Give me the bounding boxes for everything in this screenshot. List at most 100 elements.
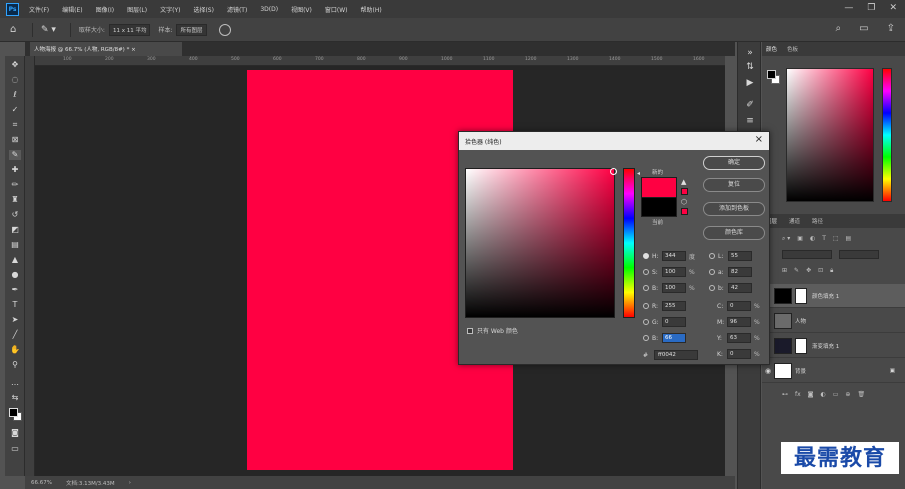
close-icon[interactable]: × [755, 134, 763, 145]
layer-name[interactable]: 人物 [795, 317, 806, 325]
delete-layer-icon[interactable]: 🗑︎ [857, 391, 865, 398]
add-mask-icon[interactable]: ◙ [808, 391, 814, 398]
menu-image[interactable]: 图像(I) [96, 5, 114, 14]
menu-file[interactable]: 文件(F) [29, 5, 49, 14]
color-field-marker[interactable] [610, 168, 617, 175]
lock-all-icon[interactable]: 🔒︎ [830, 267, 833, 275]
status-arrow-icon[interactable]: › [129, 480, 131, 486]
collapse-arrows-icon[interactable]: » [744, 48, 756, 58]
b-channel-radio[interactable] [709, 285, 715, 291]
foreground-color-swatch[interactable] [9, 408, 18, 417]
hue-radio[interactable] [643, 253, 649, 259]
more-tools-icon[interactable]: … [9, 378, 21, 388]
gamut-swatch[interactable] [681, 188, 688, 195]
menu-layer[interactable]: 图层(L) [127, 5, 147, 14]
filter-smart-icon[interactable]: ▤ [846, 235, 852, 242]
blur-tool-icon[interactable]: ▲ [9, 255, 21, 265]
add-to-swatches-button[interactable]: 添加到色板 [703, 202, 765, 216]
web-safe-swatch[interactable] [681, 208, 688, 215]
pen-tool-icon[interactable]: ✒ [9, 285, 21, 295]
visibility-eye-icon[interactable]: ◉ [762, 367, 774, 375]
a-channel-radio[interactable] [709, 269, 715, 275]
close-window-icon[interactable]: ✕ [889, 3, 897, 13]
actions-play-icon[interactable]: ▶ [744, 78, 756, 88]
swap-colors-icon[interactable]: ⇆ [9, 393, 21, 403]
hand-tool-icon[interactable]: ✋ [9, 345, 21, 355]
zoom-level[interactable]: 66.67% [31, 480, 52, 486]
blue-radio[interactable] [643, 335, 649, 341]
layer-name[interactable]: 渐变填充 1 [812, 342, 839, 350]
filter-shape-icon[interactable]: ⬚ [833, 235, 839, 242]
menu-select[interactable]: 选择(S) [193, 5, 214, 14]
lock-pixels-icon[interactable]: ⊞ [782, 267, 787, 274]
crop-tool-icon[interactable]: ⌗ [9, 120, 21, 130]
lasso-tool-icon[interactable]: ℓ [9, 90, 21, 100]
web-safe-cube-icon[interactable]: ⬡ [681, 198, 687, 206]
green-radio[interactable] [643, 319, 649, 325]
menu-view[interactable]: 视图(V) [291, 5, 312, 14]
type-tool-icon[interactable]: T [9, 300, 21, 310]
color-panel-field[interactable] [786, 68, 874, 202]
b-channel-input[interactable]: 42 [728, 283, 752, 293]
menu-edit[interactable]: 编辑(E) [62, 5, 82, 14]
opacity-field[interactable] [839, 250, 879, 259]
hue-input[interactable]: 344 [662, 251, 686, 261]
eyedropper-tool-icon[interactable]: ✎ [9, 150, 21, 160]
lightness-input[interactable]: 55 [728, 251, 752, 261]
saturation-input[interactable]: 100 [662, 267, 686, 277]
layer-name[interactable]: 颜色填充 1 [812, 292, 839, 300]
dodge-tool-icon[interactable]: ● [9, 270, 21, 280]
blue-input[interactable]: 66 [662, 333, 686, 343]
properties-icon[interactable]: ≡ [744, 116, 756, 126]
sample-size-select[interactable]: 11 x 11 平均 [108, 23, 151, 36]
saturation-radio[interactable] [643, 269, 649, 275]
history-icon[interactable]: ⇅ [744, 62, 756, 72]
black-input[interactable]: 0 [727, 349, 751, 359]
tab-paths[interactable]: 路径 [812, 217, 823, 225]
history-brush-tool-icon[interactable]: ↺ [9, 210, 21, 220]
sampling-ring-icon[interactable] [218, 23, 231, 36]
yellow-input[interactable]: 63 [727, 333, 751, 343]
hex-input[interactable]: ff0042 [654, 350, 699, 360]
menu-type[interactable]: 文字(Y) [160, 5, 180, 14]
filter-pixel-icon[interactable]: ▣ [797, 235, 803, 242]
path-select-tool-icon[interactable]: ➤ [9, 315, 21, 325]
document-tab[interactable]: 人物海报 @ 66.7% (人物, RGB/8#) * × [30, 42, 182, 56]
color-panel-hue-slider[interactable] [882, 68, 892, 202]
lock-artboard-icon[interactable]: ⊡ [818, 267, 823, 274]
green-input[interactable]: 0 [662, 317, 686, 327]
quick-select-tool-icon[interactable]: ✓ [9, 105, 21, 115]
panel-foreground-swatch[interactable] [767, 70, 776, 79]
layer-row[interactable]: 渐变填充 1 [762, 334, 905, 358]
only-web-colors-option[interactable]: 只有 Web 颜色 [467, 326, 518, 335]
hue-slider-arrow-icon[interactable]: ◂ [637, 170, 640, 177]
marquee-tool-icon[interactable]: ◌ [9, 75, 21, 85]
quick-mask-icon[interactable]: ◙ [9, 428, 21, 438]
layer-name[interactable]: 背景 [795, 367, 806, 375]
blend-mode-select[interactable] [782, 250, 832, 259]
brightness-input[interactable]: 100 [662, 283, 686, 293]
workspace-icon[interactable]: ▭ [859, 23, 868, 34]
current-color-swatch[interactable] [641, 197, 677, 217]
brush-settings-icon[interactable]: ✐ [744, 100, 756, 110]
filter-type-icon[interactable]: T [822, 235, 826, 242]
menu-3d[interactable]: 3D(D) [260, 6, 278, 13]
stamp-tool-icon[interactable]: ♜ [9, 195, 21, 205]
new-layer-icon[interactable]: ⊕ [845, 391, 850, 398]
lightness-radio[interactable] [709, 253, 715, 259]
out-of-gamut-warning-icon[interactable]: ▲ [681, 178, 686, 186]
layer-style-icon[interactable]: fx [795, 391, 801, 398]
adjustment-layer-icon[interactable]: ◐ [821, 391, 826, 398]
link-layers-icon[interactable]: ⊷ [782, 391, 788, 398]
layer-row[interactable]: 人物 [762, 309, 905, 333]
tab-swatches[interactable]: 色板 [787, 45, 798, 53]
minimize-icon[interactable]: — [844, 3, 853, 13]
color-field[interactable] [465, 168, 615, 318]
frame-tool-icon[interactable]: ⊠ [9, 135, 21, 145]
healing-brush-tool-icon[interactable]: ✚ [9, 165, 21, 175]
filter-kind-icon[interactable]: ⌕ ▾ [782, 235, 790, 243]
color-libraries-button[interactable]: 颜色库 [703, 226, 765, 240]
zoom-tool-icon[interactable]: ⚲ [9, 360, 21, 370]
tab-color[interactable]: 颜色 [766, 45, 777, 53]
menu-filter[interactable]: 滤镜(T) [227, 5, 247, 14]
